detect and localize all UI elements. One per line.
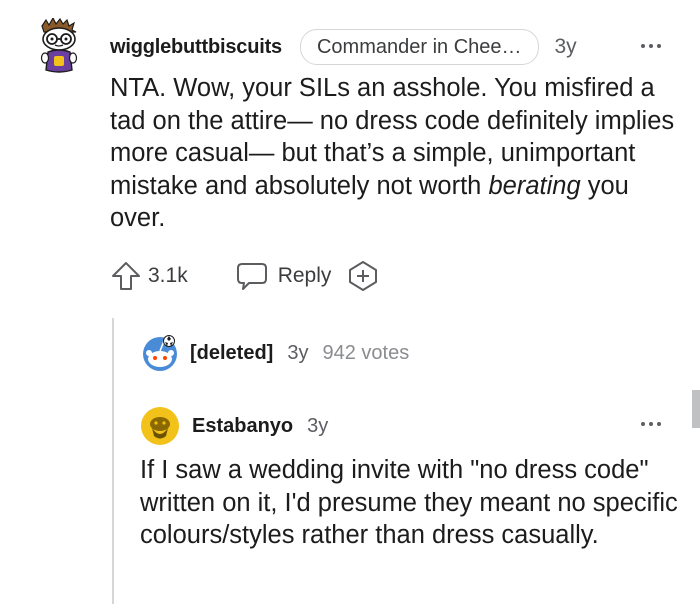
- user-flair: Commander in Chee…: [299, 29, 539, 65]
- speech-bubble-icon: [236, 263, 267, 290]
- user-avatar[interactable]: [36, 16, 82, 76]
- user-avatar-icon[interactable]: [140, 406, 180, 446]
- comment-age: 3y: [554, 35, 577, 58]
- comment-author[interactable]: wigglebuttbiscuits: [110, 36, 282, 59]
- reply-author[interactable]: Estabanyo: [192, 415, 293, 438]
- reply-header: Estabanyo 3y: [140, 404, 328, 448]
- reply-body: If I saw a wedding invite with "no dress…: [140, 456, 678, 549]
- more-options-icon[interactable]: [641, 422, 661, 426]
- snoo-avatar-icon: [40, 16, 78, 73]
- comment-body: NTA. Wow, your SILs an asshole. You misf…: [110, 72, 680, 235]
- scrollbar-thumb[interactable]: [692, 390, 700, 428]
- vote-count: 942 votes: [322, 341, 410, 364]
- vote-score: 3.1k: [148, 264, 188, 287]
- reply-age: 3y: [307, 414, 329, 437]
- reply-button[interactable]: Reply: [236, 261, 332, 291]
- thread-line[interactable]: [112, 318, 114, 604]
- more-options-icon[interactable]: [641, 44, 661, 48]
- upvote-button[interactable]: [110, 260, 142, 292]
- comment-body-emphasis: berating: [488, 171, 581, 200]
- snoo-avatar-icon: [143, 335, 177, 371]
- upvote-arrow-icon: [112, 262, 140, 290]
- deleted-comment-age: 3y: [287, 341, 309, 364]
- add-award-icon: [349, 261, 378, 291]
- deleted-author: [deleted]: [190, 341, 274, 364]
- comment-thread: wigglebuttbiscuits Commander in Chee… 3y…: [0, 0, 700, 604]
- collapsed-comment-row[interactable]: [deleted] 3y 942 votes: [140, 331, 409, 375]
- comment-action-bar: 3.1k Reply: [110, 254, 379, 298]
- comment-header: wigglebuttbiscuits Commander in Chee… 3y: [110, 27, 577, 67]
- reply-label: Reply: [277, 264, 332, 287]
- award-button[interactable]: [347, 260, 379, 292]
